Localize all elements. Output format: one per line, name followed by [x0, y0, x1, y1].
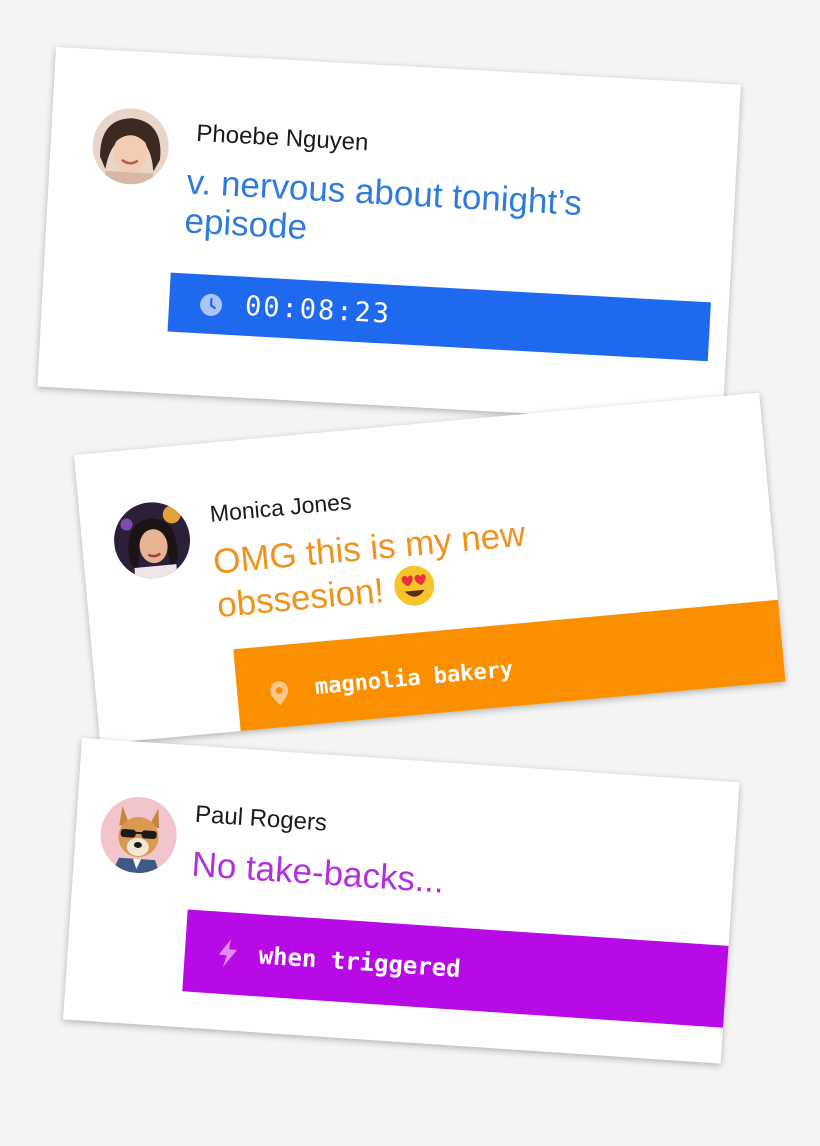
message-text: v. nervous about tonight’s episode [183, 162, 583, 247]
location-name: magnolia bakery [313, 656, 515, 700]
avatar-monica [110, 498, 194, 582]
location-pin-icon [268, 680, 290, 708]
message-body: OMG this is my new obssesion! [211, 514, 527, 625]
timer-value: 00:08:23 [244, 290, 392, 330]
message-card-monica: Monica Jones OMG this is my new obssesio… [74, 392, 786, 744]
lightning-bolt-icon [216, 938, 240, 969]
message-card-paul: Paul Rogers No take-backs... when trigge… [63, 738, 740, 1064]
message-text: No take-backs... [190, 844, 446, 901]
trigger-bar[interactable]: when triggered [182, 909, 729, 1028]
sender-name: Monica Jones [208, 488, 353, 527]
trigger-text: when triggered [257, 941, 462, 983]
timer-bar[interactable]: 00:08:23 [167, 272, 711, 362]
avatar-paul [98, 794, 180, 876]
avatar-phoebe [90, 106, 171, 187]
message-card-phoebe: Phoebe Nguyen v. nervous about tonight’s… [37, 47, 741, 425]
sender-name: Phoebe Nguyen [195, 119, 370, 157]
heart-eyes-emoji [392, 562, 438, 616]
message-text: OMG this is my new obssesion! [212, 506, 638, 633]
clock-icon [198, 292, 223, 317]
sender-name: Paul Rogers [194, 800, 328, 837]
